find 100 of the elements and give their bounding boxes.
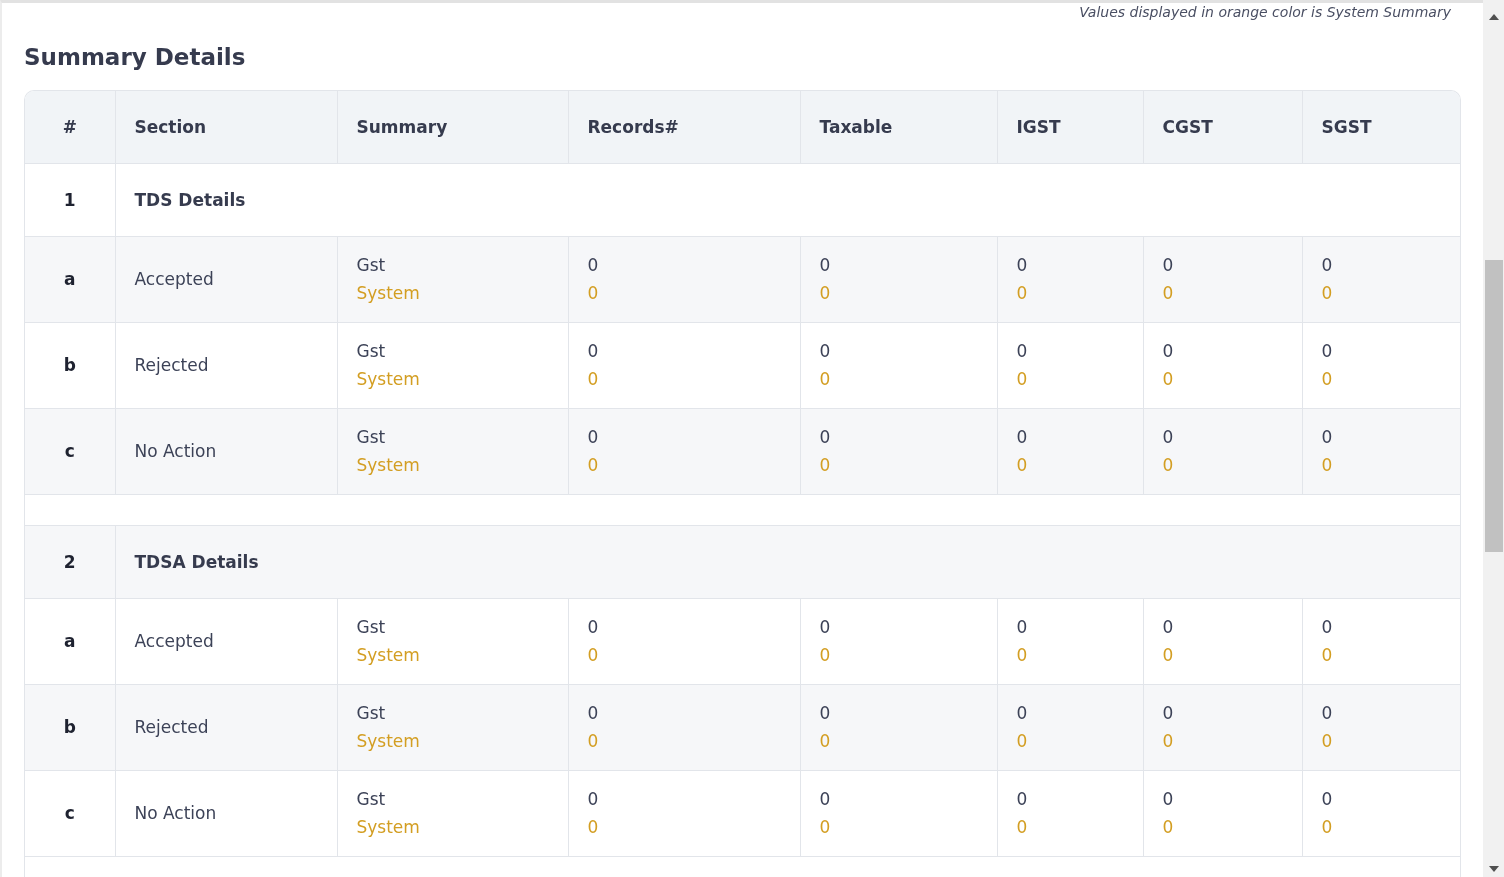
gst-value: 0 [1162,788,1174,811]
column-header: Taxable [819,116,893,137]
section-name: No Action [134,803,217,823]
system-value: 0 [1162,282,1174,305]
gst-value: 0 [819,788,831,811]
row-letter: c [64,441,75,461]
system-value: 0 [1016,454,1028,477]
gst-label: Gst [356,340,386,363]
gst-value: 0 [1321,340,1333,363]
section-name: No Action [134,441,217,461]
gst-value: 0 [1321,702,1333,725]
gst-value: 0 [1321,788,1333,811]
system-value: 0 [587,816,599,839]
gst-value: 0 [1016,340,1028,363]
gst-value: 0 [587,702,599,725]
gst-value: 0 [819,702,831,725]
gst-value: 0 [587,616,599,639]
section-name: Rejected [134,717,209,737]
column-header: # [62,116,77,137]
system-value: 0 [1321,368,1333,391]
row-letter: b [63,355,76,375]
scroll-down-icon[interactable] [1489,866,1499,872]
system-value: 0 [819,454,831,477]
group-title: TDS Details [134,189,246,210]
system-value: 0 [819,282,831,305]
gst-value: 0 [1162,702,1174,725]
system-value: 0 [1016,368,1028,391]
system-label: System [356,644,420,667]
system-value: 0 [1321,644,1333,667]
section-heading: Summary Details [24,43,246,72]
row-letter: b [63,717,76,737]
gst-value: 0 [1321,616,1333,639]
system-label: System [356,282,420,305]
system-value: 0 [587,282,599,305]
gst-value: 0 [587,340,599,363]
system-value: 0 [1162,454,1174,477]
gst-value: 0 [1162,426,1174,449]
system-value: 0 [587,644,599,667]
gst-value: 0 [1162,340,1174,363]
section-name: Accepted [134,269,214,289]
column-header: Section [134,116,207,137]
gst-value: 0 [587,788,599,811]
gst-value: 0 [819,340,831,363]
system-label: System [356,454,420,477]
row-letter: a [64,269,76,289]
gst-value: 0 [587,254,599,277]
gst-value: 0 [1162,254,1174,277]
system-label: System [356,730,420,753]
column-header: SGST [1321,116,1372,137]
scrollbar[interactable] [1483,0,1504,877]
system-value: 0 [1321,816,1333,839]
system-label: System [356,816,420,839]
system-label: System [356,368,420,391]
group-number: 1 [63,189,76,210]
system-value: 0 [1321,730,1333,753]
gst-label: Gst [356,254,386,277]
gst-value: 0 [1016,702,1028,725]
gst-label: Gst [356,426,386,449]
system-value: 0 [1016,282,1028,305]
gst-value: 0 [1321,254,1333,277]
system-value: 0 [587,454,599,477]
system-value: 0 [1016,730,1028,753]
column-header: IGST [1016,116,1061,137]
gst-value: 0 [1016,788,1028,811]
gst-value: 0 [819,254,831,277]
column-header: CGST [1162,116,1213,137]
column-header: Summary [356,116,448,137]
gst-value: 0 [587,426,599,449]
gst-label: Gst [356,616,386,639]
scroll-up-icon[interactable] [1489,14,1499,20]
system-value: 0 [1162,644,1174,667]
gst-label: Gst [356,702,386,725]
legend-note: Values displayed in orange color is System Summary [1079,4,1451,21]
row-letter: c [64,803,75,823]
gst-value: 0 [1016,426,1028,449]
system-value: 0 [819,368,831,391]
system-value: 0 [1162,368,1174,391]
system-value: 0 [1016,644,1028,667]
system-value: 0 [1016,816,1028,839]
system-value: 0 [1162,730,1174,753]
scrollbar-thumb[interactable] [1485,260,1503,552]
section-name: Rejected [134,355,209,375]
group-number: 2 [63,551,76,572]
system-value: 0 [1321,282,1333,305]
section-name: Accepted [134,631,214,651]
group-title: TDSA Details [134,551,259,572]
system-value: 0 [819,816,831,839]
system-value: 0 [819,730,831,753]
gst-value: 0 [819,616,831,639]
system-value: 0 [819,644,831,667]
gst-value: 0 [1016,616,1028,639]
system-value: 0 [587,368,599,391]
row-letter: a [64,631,76,651]
gst-value: 0 [819,426,831,449]
gst-value: 0 [1016,254,1028,277]
gst-value: 0 [1321,426,1333,449]
gst-value: 0 [1162,616,1174,639]
column-header: Records# [587,116,679,137]
system-value: 0 [587,730,599,753]
system-value: 0 [1162,816,1174,839]
